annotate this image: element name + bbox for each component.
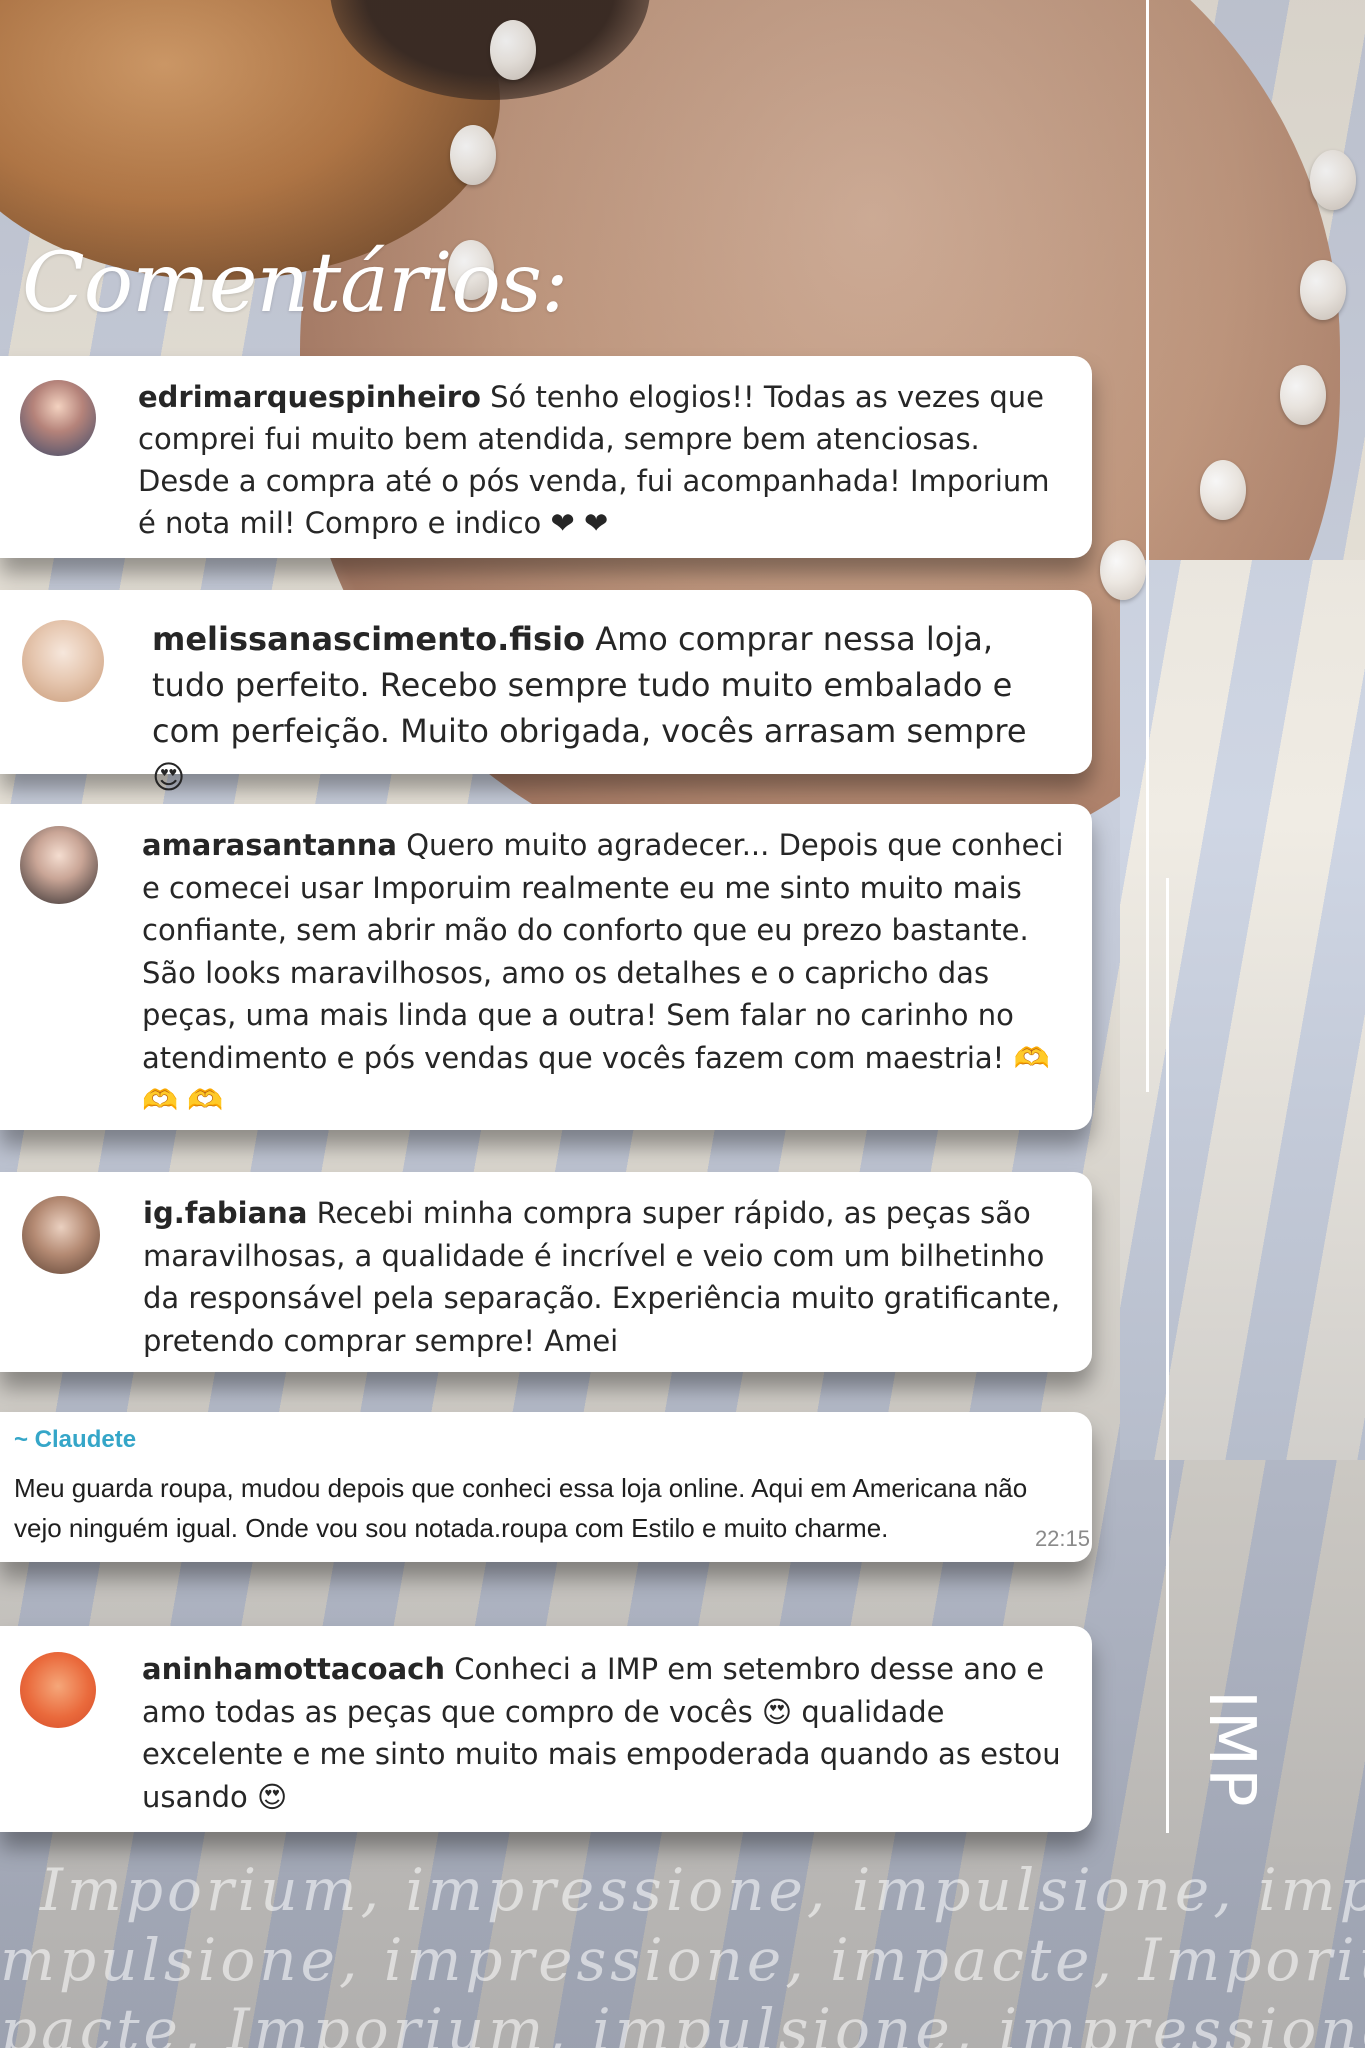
avatar xyxy=(20,1652,96,1728)
comment-username[interactable]: aninhamottacoach xyxy=(142,1652,445,1686)
avatar xyxy=(22,620,104,702)
message-text: Meu guarda roupa, mudou depois que conhe… xyxy=(14,1473,1028,1543)
divider-line-bottom xyxy=(1166,878,1169,1833)
comment-body: melissanascimento.fisio Amo comprar ness… xyxy=(152,616,1062,800)
message-bubble: ~ Claudete Meu guarda roupa, mudou depoi… xyxy=(0,1412,1092,1562)
comment-username[interactable]: ig.fabiana xyxy=(143,1196,307,1230)
watermark-line: mpulsione, impressione, impacte, Imporiu… xyxy=(0,1926,1365,1994)
comment-card: aninhamottacoach Conheci a IMP em setemb… xyxy=(0,1626,1092,1832)
avatar xyxy=(20,380,96,456)
comment-body: aninhamottacoach Conheci a IMP em setemb… xyxy=(142,1648,1072,1818)
comment-username[interactable]: amarasantanna xyxy=(142,828,397,862)
comment-card: edrimarquespinheiro Só tenho elogios!! T… xyxy=(0,356,1092,558)
watermark-line: pacte, Imporium, impulsione, impressione… xyxy=(0,1996,1365,2064)
avatar xyxy=(20,826,98,904)
watermark-line: Imporium, impressione, impulsione, impac xyxy=(40,1856,1365,1924)
avatar xyxy=(22,1196,100,1274)
comment-card: melissanascimento.fisio Amo comprar ness… xyxy=(0,590,1092,796)
page-title: Comentários: xyxy=(22,236,569,331)
comment-body: amarasantanna Quero muito agradecer... D… xyxy=(142,824,1072,1122)
comment-card: ig.fabiana Recebi minha compra super ráp… xyxy=(0,1172,1092,1372)
message-timestamp: 22:15 xyxy=(1034,1526,1090,1551)
imp-logo: IMP xyxy=(1194,1690,1268,1809)
comment-body: edrimarquespinheiro Só tenho elogios!! T… xyxy=(138,376,1068,544)
comment-username[interactable]: edrimarquespinheiro xyxy=(138,380,481,414)
message-sender[interactable]: ~ Claudete xyxy=(14,1426,136,1454)
comment-username[interactable]: melissanascimento.fisio xyxy=(152,620,585,658)
comment-card: amarasantanna Quero muito agradecer... D… xyxy=(0,804,1092,1130)
comment-text: Quero muito agradecer... Depois que conh… xyxy=(142,828,1064,1117)
divider-line-top xyxy=(1146,0,1149,1092)
comment-body: ig.fabiana Recebi minha compra super ráp… xyxy=(143,1192,1073,1362)
